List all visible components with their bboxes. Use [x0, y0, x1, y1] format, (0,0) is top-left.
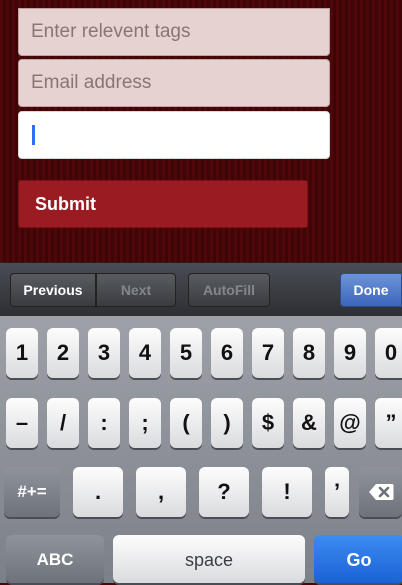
- email-placeholder: Email address: [31, 72, 152, 93]
- go-key[interactable]: Go: [314, 535, 402, 583]
- key-2[interactable]: 2: [47, 328, 79, 378]
- key-1[interactable]: 1: [6, 328, 38, 378]
- key-slash[interactable]: /: [47, 398, 79, 448]
- tags-input[interactable]: Enter relevent tags: [18, 8, 330, 56]
- backspace-icon: [368, 484, 393, 500]
- form-area: Enter relevent tags Email address Submit: [0, 0, 402, 262]
- key-more-symbols[interactable]: #+=: [4, 467, 60, 517]
- key-colon[interactable]: :: [88, 398, 120, 448]
- space-key[interactable]: space: [113, 535, 305, 583]
- key-7[interactable]: 7: [252, 328, 284, 378]
- key-exclamation[interactable]: !: [262, 467, 312, 517]
- next-button[interactable]: Next: [96, 273, 176, 307]
- autofill-button[interactable]: AutoFill: [188, 273, 270, 307]
- key-apostrophe[interactable]: ’: [325, 467, 349, 517]
- keyboard: 1 2 3 4 5 6 7 8 9 0 – / : ; ( ) $ & @ ” …: [0, 316, 402, 583]
- email-input[interactable]: Email address: [18, 59, 330, 107]
- key-at[interactable]: @: [334, 398, 366, 448]
- key-8[interactable]: 8: [293, 328, 325, 378]
- key-close-paren[interactable]: ): [211, 398, 243, 448]
- key-comma[interactable]: ,: [136, 467, 186, 517]
- key-9[interactable]: 9: [334, 328, 366, 378]
- submit-button[interactable]: Submit: [18, 180, 308, 228]
- previous-button[interactable]: Previous: [10, 273, 96, 307]
- form-assistant-bar: Previous Next AutoFill Done: [0, 262, 402, 317]
- key-0[interactable]: 0: [375, 328, 402, 378]
- active-text-input[interactable]: [18, 111, 330, 159]
- key-period[interactable]: .: [73, 467, 123, 517]
- key-semicolon[interactable]: ;: [129, 398, 161, 448]
- text-caret: [32, 125, 35, 145]
- key-quote[interactable]: ”: [375, 398, 402, 448]
- key-open-paren[interactable]: (: [170, 398, 202, 448]
- tags-placeholder: Enter relevent tags: [31, 21, 191, 42]
- abc-key[interactable]: ABC: [6, 535, 104, 583]
- key-dash[interactable]: –: [6, 398, 38, 448]
- key-3[interactable]: 3: [88, 328, 120, 378]
- key-dollar[interactable]: $: [252, 398, 284, 448]
- done-button[interactable]: Done: [340, 273, 402, 307]
- key-5[interactable]: 5: [170, 328, 202, 378]
- key-ampersand[interactable]: &: [293, 398, 325, 448]
- key-6[interactable]: 6: [211, 328, 243, 378]
- key-question[interactable]: ?: [199, 467, 249, 517]
- key-4[interactable]: 4: [129, 328, 161, 378]
- backspace-key[interactable]: [359, 467, 402, 517]
